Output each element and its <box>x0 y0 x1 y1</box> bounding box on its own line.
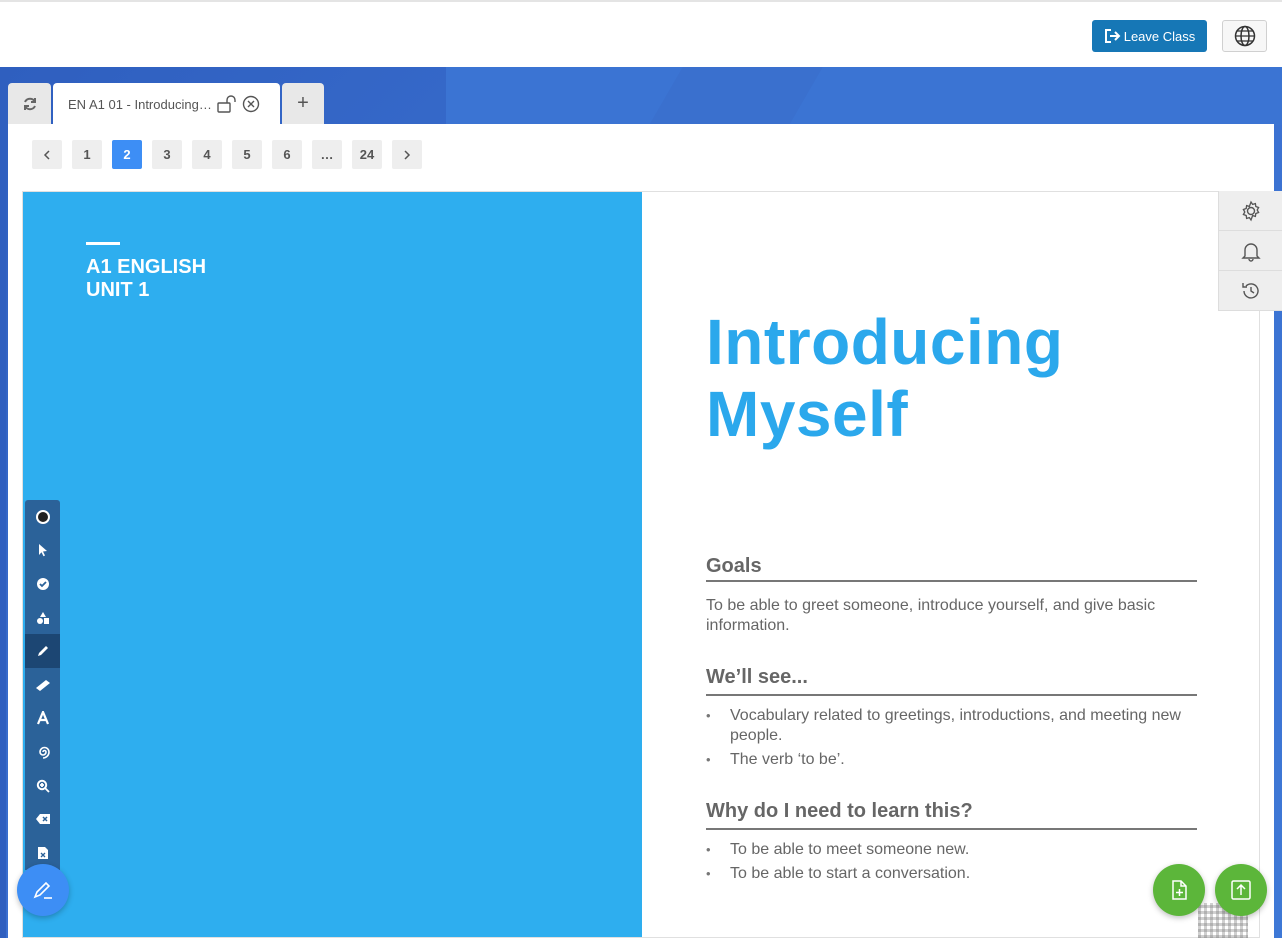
section-divider <box>706 694 1197 696</box>
page-ellipsis-button[interactable]: … <box>312 140 342 169</box>
top-bar: Leave Class <box>0 0 1282 67</box>
pen-edit-icon <box>33 881 52 899</box>
pencil-tool-button[interactable] <box>25 634 60 668</box>
refresh-icon <box>23 97 36 110</box>
section-divider <box>706 828 1197 830</box>
upload-button[interactable] <box>1215 864 1267 916</box>
globe-icon <box>1234 25 1255 47</box>
lesson-slide[interactable]: A1 ENGLISH UNIT 1 Introducing Myself Goa… <box>22 191 1260 938</box>
upload-icon <box>1231 880 1251 900</box>
tab-lesson[interactable]: EN A1 01 - Introducing Myself <box>53 83 280 125</box>
zoom-tool-button[interactable] <box>25 769 60 803</box>
list-item: Vocabulary related to greetings, introdu… <box>706 706 1216 746</box>
page-button-2[interactable]: 2 <box>112 140 142 169</box>
page-button-5[interactable]: 5 <box>232 140 262 169</box>
settings-button[interactable] <box>1219 191 1282 231</box>
gear-icon <box>1241 200 1260 221</box>
history-button[interactable] <box>1219 271 1282 311</box>
page-button-24[interactable]: 24 <box>352 140 382 169</box>
leave-class-button[interactable]: Leave Class <box>1092 20 1207 52</box>
goals-text: To be able to greet someone, introduce y… <box>706 597 1156 634</box>
sign-out-icon <box>1104 29 1121 43</box>
slide-blue-panel: A1 ENGLISH UNIT 1 <box>23 192 642 937</box>
unit-line-2: UNIT 1 <box>86 279 150 301</box>
unlock-icon[interactable] <box>216 95 238 113</box>
slide-title: Introducing Myself <box>706 306 1063 450</box>
list-item: To be able to meet someone new. <box>706 840 1216 860</box>
shapes-icon <box>36 611 49 624</box>
annotate-fab-button[interactable] <box>17 864 69 916</box>
notifications-button[interactable] <box>1219 231 1282 271</box>
section-divider <box>706 580 1197 582</box>
list-item: The verb ‘to be’. <box>706 750 1216 770</box>
file-add-icon <box>1172 880 1187 900</box>
text-icon <box>36 711 49 725</box>
text-tool-button[interactable] <box>25 702 60 736</box>
slide-title-line-1: Introducing <box>706 306 1064 378</box>
page-button-4[interactable]: 4 <box>192 140 222 169</box>
language-button[interactable] <box>1222 20 1267 52</box>
bell-icon <box>1240 242 1261 262</box>
pointer-icon <box>38 544 47 557</box>
next-page-button[interactable] <box>392 140 422 169</box>
leave-class-label: Leave Class <box>1123 28 1196 44</box>
unit-line-1: A1 ENGLISH <box>86 256 207 278</box>
pagination: 1 2 3 4 5 6 … 24 <box>32 140 422 169</box>
shapes-tool-button[interactable] <box>25 601 60 635</box>
ruler-icon <box>35 679 50 691</box>
add-tab-button[interactable]: + <box>282 83 324 124</box>
drawing-toolbar <box>25 500 60 870</box>
chevron-left-icon <box>43 149 50 160</box>
add-document-button[interactable] <box>1153 864 1205 916</box>
decorative-bar <box>86 242 120 245</box>
see-heading: We’ll see... <box>706 666 808 688</box>
page-button-6[interactable]: 6 <box>272 140 302 169</box>
circle-tool-button[interactable] <box>25 500 60 534</box>
goals-heading: Goals <box>706 555 762 577</box>
spiral-icon <box>38 746 50 759</box>
tab-lesson-label: EN A1 01 - Introducing Myself <box>68 96 212 112</box>
why-heading: Why do I need to learn this? <box>706 800 973 822</box>
slide-title-line-2: Myself <box>706 378 909 450</box>
eraser-icon <box>35 814 50 825</box>
eraser-tool-button[interactable] <box>25 802 60 836</box>
check-tool-button[interactable] <box>25 567 60 601</box>
pencil-icon <box>37 646 48 657</box>
check-icon <box>36 577 49 590</box>
see-list: Vocabulary related to greetings, introdu… <box>706 706 1216 774</box>
prev-page-button[interactable] <box>32 140 62 169</box>
list-item: To be able to start a conversation. <box>706 864 1216 884</box>
chevron-right-icon <box>404 149 411 160</box>
select-tool-button[interactable] <box>25 534 60 568</box>
why-list: To be able to meet someone new. To be ab… <box>706 840 1216 888</box>
history-icon <box>1241 282 1259 299</box>
refresh-tab-button[interactable] <box>8 83 51 124</box>
zoom-icon <box>36 779 50 793</box>
spiral-tool-button[interactable] <box>25 735 60 769</box>
circle-icon <box>35 509 50 524</box>
page-button-3[interactable]: 3 <box>152 140 182 169</box>
page-button-1[interactable]: 1 <box>72 140 102 169</box>
background-shape <box>446 67 1282 125</box>
side-toolbar <box>1218 191 1282 311</box>
file-icon <box>37 846 48 859</box>
ruler-tool-button[interactable] <box>25 668 60 702</box>
unit-label: A1 ENGLISH UNIT 1 <box>86 256 206 302</box>
close-tab-icon[interactable] <box>242 95 260 113</box>
